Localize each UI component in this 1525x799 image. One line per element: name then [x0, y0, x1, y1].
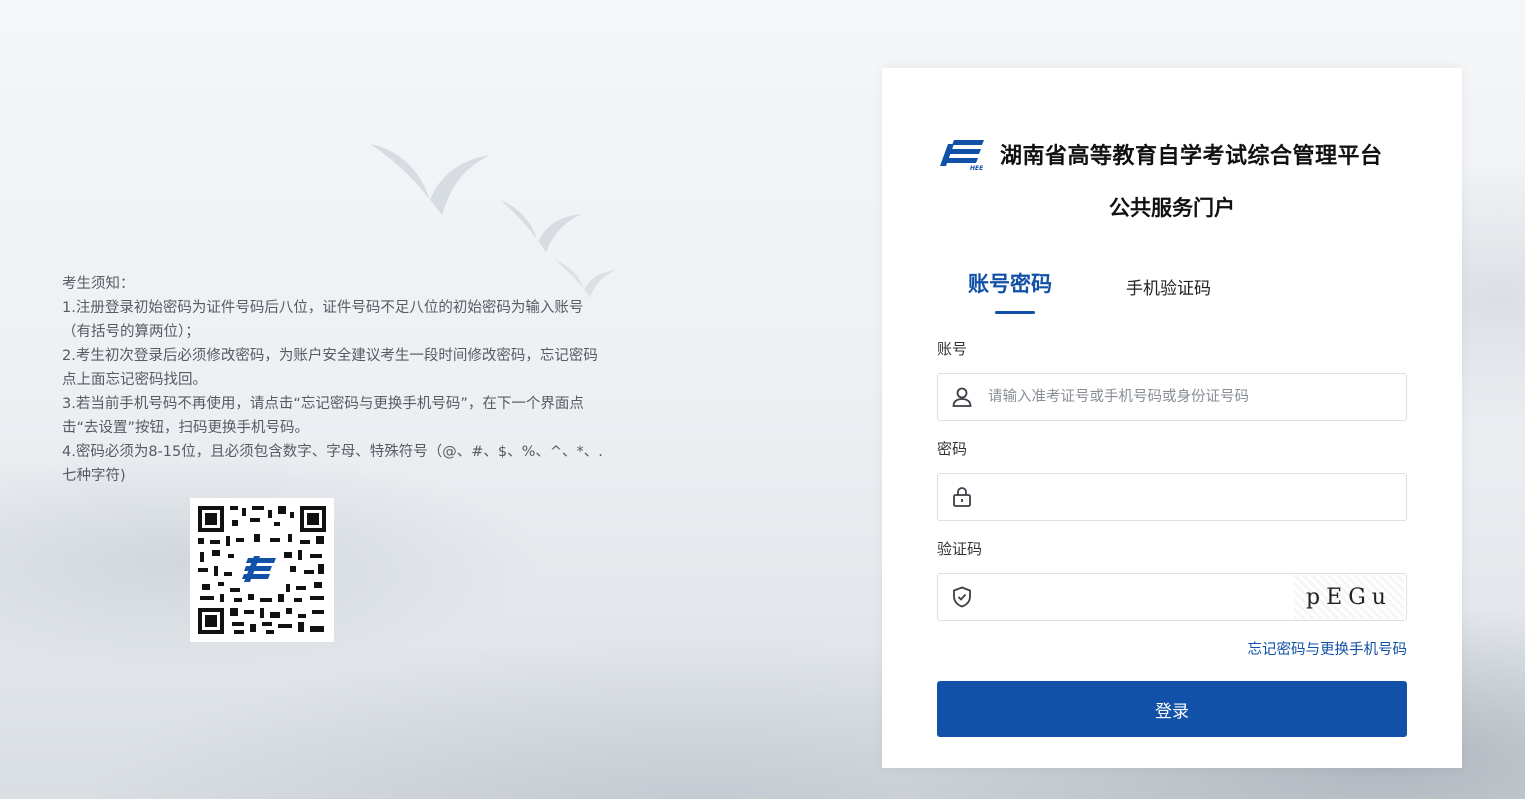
svg-text:HEE: HEE: [970, 165, 984, 172]
notice-line-3: 3.若当前手机号码不再使用，请点击“忘记密码与更换手机号码”，在下一个界面点击“…: [62, 396, 584, 436]
password-input[interactable]: [986, 476, 1406, 518]
exam-logo-icon: HEE: [940, 140, 984, 172]
account-field[interactable]: [937, 373, 1407, 421]
tab-account-password-label: 账号密码: [968, 272, 1052, 296]
notice-line-1: 1.注册登录初始密码为证件号码后八位，证件号码不足八位的初始密码为输入账号（有括…: [62, 300, 584, 340]
tab-active-indicator: [995, 311, 1035, 314]
login-button[interactable]: 登录: [937, 681, 1407, 737]
portal-subtitle: 公共服务门户: [1109, 196, 1235, 220]
tab-account-password[interactable]: 账号密码: [968, 268, 1052, 314]
notice-panel: 考生须知： 1.注册登录初始密码为证件号码后八位，证件号码不足八位的初始密码为输…: [62, 272, 610, 488]
tab-sms-code-label: 手机验证码: [1126, 279, 1211, 299]
captcha-image[interactable]: pEGu: [1294, 575, 1404, 619]
user-icon: [938, 374, 986, 420]
password-label: 密码: [937, 440, 968, 458]
captcha-input[interactable]: [986, 576, 1294, 618]
notice-line-4: 4.密码必须为8-15位，且必须包含数字、字母、特殊符号（@、#、$、%、^、*…: [62, 444, 603, 484]
notice-heading: 考生须知：: [62, 276, 135, 292]
account-input[interactable]: [986, 376, 1406, 418]
brand-header: HEE 湖南省高等教育自学考试综合管理平台: [940, 136, 1383, 172]
captcha-label: 验证码: [937, 540, 983, 558]
platform-title: 湖南省高等教育自学考试综合管理平台: [1000, 144, 1383, 169]
lock-icon: [938, 474, 986, 520]
password-field[interactable]: [937, 473, 1407, 521]
login-tabs: 账号密码 手机验证码: [882, 268, 1462, 318]
notice-line-2: 2.考生初次登录后必须修改密码，为账户安全建议考生一段时间修改密码，忘记密码点上…: [62, 348, 598, 388]
login-card: HEE 湖南省高等教育自学考试综合管理平台 公共服务门户 账号密码 手机验证码 …: [882, 68, 1462, 768]
forgot-password-link[interactable]: 忘记密码与更换手机号码: [1248, 638, 1408, 659]
qr-code-icon: [190, 498, 334, 642]
captcha-field[interactable]: pEGu: [937, 573, 1407, 621]
tab-sms-code[interactable]: 手机验证码: [1126, 274, 1211, 299]
account-label: 账号: [937, 340, 968, 358]
shield-check-icon: [938, 574, 986, 620]
